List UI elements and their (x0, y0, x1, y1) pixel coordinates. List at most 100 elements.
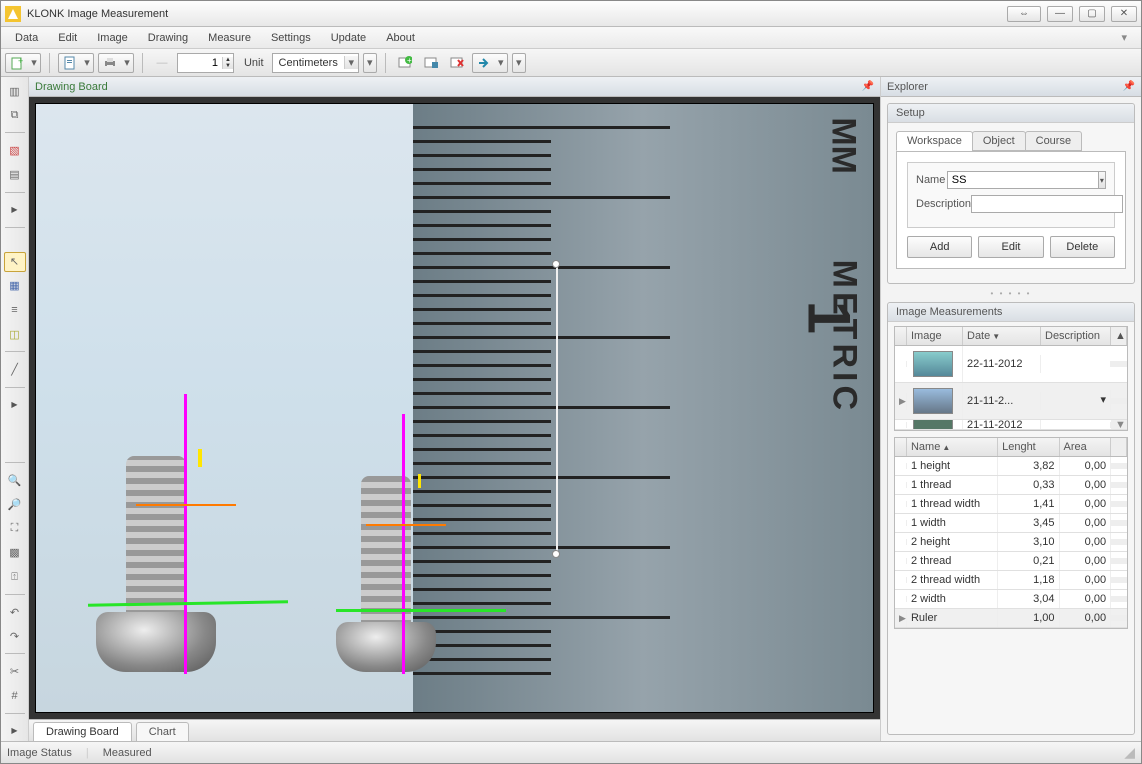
unit-label: Unit (244, 57, 264, 69)
toolbar-print-button[interactable]: ▾ (98, 53, 134, 73)
menu-image[interactable]: Image (89, 30, 136, 46)
tool-grid-icon[interactable]: # (4, 686, 26, 706)
pin-icon[interactable]: 📌 (1123, 81, 1135, 92)
toolbar-share-button[interactable]: ▾ (472, 53, 508, 73)
scroll-down-icon[interactable]: ▼ (1111, 420, 1127, 430)
toolbar-delete-image-button[interactable] (446, 52, 468, 74)
tool-copy-icon[interactable]: ⧉ (4, 105, 26, 125)
toolbar-line-button[interactable]: — (151, 52, 173, 74)
measure-length: 3,04 (998, 590, 1059, 608)
menu-measure[interactable]: Measure (200, 30, 259, 46)
col-length[interactable]: Lenght (998, 438, 1059, 456)
menu-data[interactable]: Data (7, 30, 46, 46)
tool-expand2-icon[interactable]: ▶ (4, 394, 26, 414)
menu-edit[interactable]: Edit (50, 30, 85, 46)
row-dropdown-icon[interactable]: ▾ (1100, 393, 1106, 409)
resize-grip-icon[interactable]: ◢ (1124, 744, 1135, 761)
col-area[interactable]: Area (1060, 438, 1112, 456)
add-button[interactable]: Add (907, 236, 972, 258)
tool-measure-icon[interactable]: ◫ (4, 324, 26, 344)
overlay-thread-h-1 (198, 449, 202, 467)
measure-row[interactable]: 1 thread0,330,00 (895, 476, 1127, 495)
name-dropdown-icon[interactable]: ▾ (1099, 171, 1106, 189)
splitter[interactable]: • • • • • (881, 290, 1141, 296)
row-selector-header[interactable] (895, 327, 907, 345)
app-icon (5, 6, 21, 22)
images-row[interactable]: 22-11-2012 (895, 346, 1127, 383)
unit-value: Centimeters (273, 57, 344, 69)
measure-row[interactable]: 2 thread0,210,00 (895, 552, 1127, 571)
drawing-canvas[interactable]: MM 1 METRIC (35, 103, 874, 713)
row-selector-header[interactable] (895, 438, 907, 456)
toolbar-overflow-1[interactable]: ▾ (363, 53, 377, 73)
measure-row[interactable]: ▶Ruler1,000,00 (895, 609, 1127, 628)
measure-row[interactable]: 1 height3,820,00 (895, 457, 1127, 476)
titlebar-extra-button[interactable]: ⇔ (1007, 6, 1041, 22)
menu-update[interactable]: Update (323, 30, 374, 46)
measure-row[interactable]: 2 width3,040,00 (895, 590, 1127, 609)
menu-about[interactable]: About (378, 30, 423, 46)
name-label: Name (916, 174, 947, 186)
tool-crop-icon[interactable]: ✂ (4, 661, 26, 681)
maximize-button[interactable]: ▢ (1079, 6, 1105, 22)
toolbar-spin-input[interactable]: ▲▼ (177, 53, 234, 73)
minimize-button[interactable]: — (1047, 6, 1073, 22)
toolbar-save-image-button[interactable] (420, 52, 442, 74)
tab-object[interactable]: Object (972, 131, 1026, 151)
tool-expand-icon[interactable]: ▶ (4, 200, 26, 220)
tool-zoomout-icon[interactable]: 🔎 (4, 494, 26, 514)
tool-line-icon[interactable]: ╱ (4, 359, 26, 379)
toolbar-new-button[interactable]: + ▾ (5, 53, 41, 73)
tool-document-icon[interactable]: ▥ (4, 81, 26, 101)
col-date[interactable]: Date ▼ (963, 327, 1041, 345)
measure-row[interactable]: 1 thread width1,410,00 (895, 495, 1127, 514)
toolbar-overflow-2[interactable]: ▾ (512, 53, 526, 73)
overlay-ruler-measure[interactable] (556, 264, 558, 554)
tool-undo-icon[interactable]: ↶ (4, 602, 26, 622)
tab-chart[interactable]: Chart (136, 722, 189, 741)
tool-expand3-icon[interactable]: ▶ (4, 721, 26, 741)
tool-pointer-icon[interactable]: ↖ (4, 252, 26, 272)
menubar-chevron-icon[interactable]: ▾ (1113, 29, 1135, 46)
tab-workspace[interactable]: Workspace (896, 131, 973, 151)
name-input[interactable] (947, 171, 1099, 189)
col-description[interactable]: Description (1041, 327, 1111, 345)
tool-fit-icon[interactable]: ⛶ (4, 518, 26, 538)
measure-length: 1,41 (998, 495, 1059, 513)
unit-select[interactable]: Centimeters ▾ (272, 53, 359, 73)
overlay-ruler-handle-bottom[interactable] (552, 550, 560, 558)
images-row[interactable]: ▶ 21-11-2... ▾ (895, 383, 1127, 420)
measure-row[interactable]: 1 width3,450,00 (895, 514, 1127, 533)
description-input[interactable] (971, 195, 1123, 213)
close-button[interactable]: ✕ (1111, 6, 1137, 22)
tool-ruler-icon[interactable]: ≡ (4, 300, 26, 320)
explorer-panel: Explorer 📌 Setup Workspace Object Course… (881, 77, 1141, 741)
overlay-ruler-handle-top[interactable] (552, 260, 560, 268)
measure-row[interactable]: 2 height3,100,00 (895, 533, 1127, 552)
edit-button[interactable]: Edit (978, 236, 1043, 258)
spin-value[interactable] (178, 57, 222, 69)
spin-arrows[interactable]: ▲▼ (222, 57, 233, 69)
measure-row[interactable]: 2 thread width1,180,00 (895, 571, 1127, 590)
tool-region-icon[interactable]: ▩ (4, 543, 26, 563)
images-row[interactable]: 21-11-2012 ▼ (895, 420, 1127, 430)
tab-course[interactable]: Course (1025, 131, 1082, 151)
tool-clear-icon[interactable]: ▤ (4, 165, 26, 185)
images-table: Image Date ▼ Description ▲ 22-11-2012 ▶ … (894, 326, 1128, 431)
tab-drawing-board[interactable]: Drawing Board (33, 722, 132, 741)
pin-icon[interactable]: 📌 (862, 81, 874, 92)
tool-image-icon[interactable]: ▦ (4, 276, 26, 296)
toolbar-open-button[interactable]: ▾ (58, 53, 94, 73)
col-image[interactable]: Image (907, 327, 963, 345)
tool-delete-icon[interactable]: ▧ (4, 140, 26, 160)
tool-redo-icon[interactable]: ↷ (4, 626, 26, 646)
chevron-down-icon: ▾ (344, 56, 358, 69)
col-name[interactable]: Name ▲ (907, 438, 998, 456)
menu-drawing[interactable]: Drawing (140, 30, 196, 46)
scroll-up-icon[interactable]: ▲ (1111, 327, 1127, 345)
tool-pan-icon[interactable]: ⍐ (4, 567, 26, 587)
delete-button[interactable]: Delete (1050, 236, 1115, 258)
toolbar-add-image-button[interactable]: + (394, 52, 416, 74)
tool-zoomin-icon[interactable]: 🔍 (4, 470, 26, 490)
menu-settings[interactable]: Settings (263, 30, 319, 46)
